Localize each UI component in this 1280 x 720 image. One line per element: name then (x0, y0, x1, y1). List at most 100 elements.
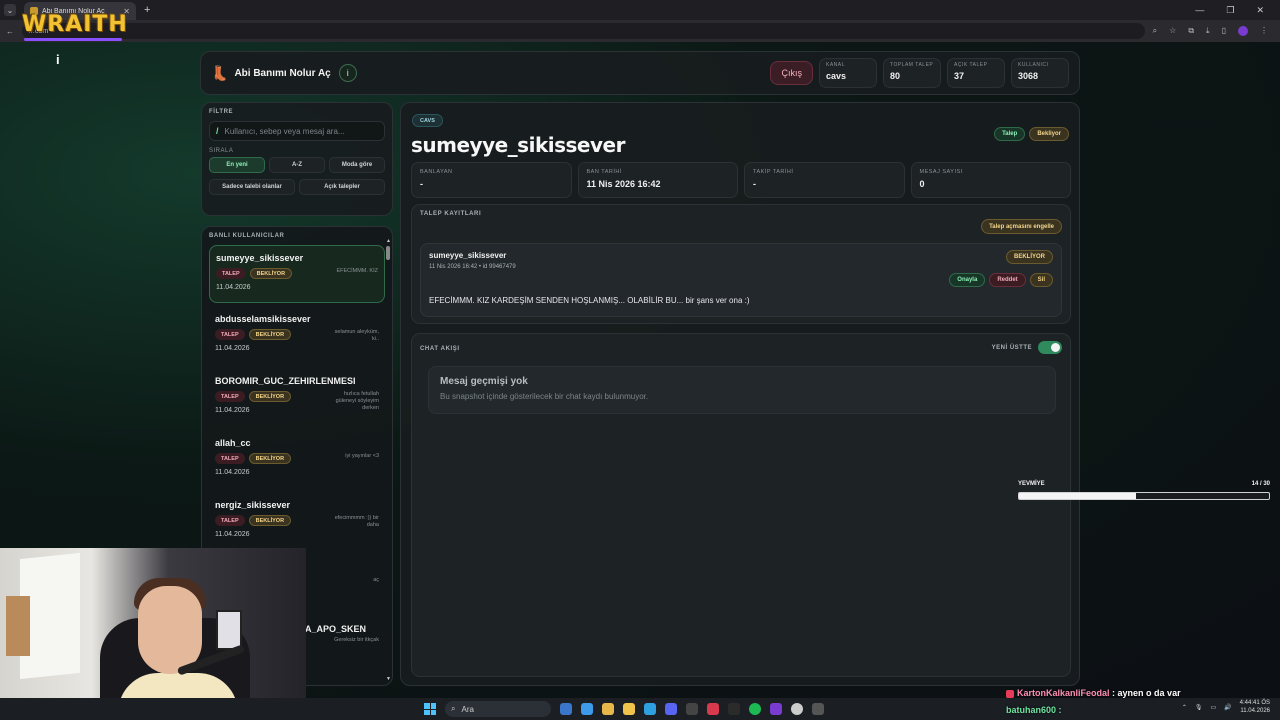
chrome-icon[interactable] (602, 703, 614, 715)
newest-first-toggle[interactable] (1038, 341, 1062, 354)
sort-az-button[interactable]: A-Z (269, 157, 325, 173)
approve-button[interactable]: Onayla (949, 273, 986, 287)
user-list-item[interactable]: BOROMIR_GUC_ZEHIRLENMESI TALEP BEKLİYOR … (209, 369, 385, 427)
status-badge: BEKLİYOR (249, 268, 293, 279)
block-requests-button[interactable]: Talep açmasını engelle (981, 219, 1062, 234)
steam-icon[interactable] (686, 703, 698, 715)
user-list-item[interactable]: sumeyye_sikissever TALEP BEKLİYOR 11.04.… (209, 245, 385, 303)
info-value: 11 Nis 2026 16:42 (586, 179, 661, 189)
banned-title: BANLI KULLANICILAR (209, 233, 285, 239)
talep-badge: Talep (994, 127, 1026, 141)
request-status-badge: BEKLİYOR (1005, 250, 1053, 264)
info-label: MESAJ SAYISI (919, 169, 963, 175)
user-date: 11.04.2026 (216, 284, 251, 291)
channel-pill: CAVS (412, 114, 443, 127)
user-date: 11.04.2026 (215, 531, 250, 538)
url-field[interactable]: …com (22, 23, 1145, 39)
network-icon[interactable]: ▭ (1210, 704, 1216, 711)
info-label: TAKİP TARİHİ (753, 169, 794, 175)
stat-value: cavs (826, 71, 847, 81)
discord-icon[interactable] (665, 703, 677, 715)
taskbar-search[interactable]: ⌕ Ara (445, 701, 551, 717)
taskbar-clock[interactable]: 4:44:41 ÖS 11.04.2026 (1240, 700, 1270, 716)
edge-icon[interactable] (644, 703, 656, 715)
chrome-profile-icon[interactable] (791, 703, 803, 715)
mic-icon[interactable]: 🎙 (1195, 704, 1203, 711)
stat-label: AÇIK TALEP (954, 62, 988, 68)
app-gray-icon[interactable] (812, 703, 824, 715)
menu-icon[interactable]: ⋮ (1260, 26, 1268, 36)
chatter-name: batuhan600 : (1006, 705, 1062, 715)
filter-title: FİLTRE (209, 109, 234, 115)
stat-users: KULLANICI 3068 (1011, 58, 1069, 88)
download-icon[interactable]: ⤓ (1206, 26, 1210, 36)
tab-search-dropdown[interactable]: ⌄ (4, 4, 16, 16)
sort-mod-button[interactable]: Moda göre (329, 157, 385, 173)
user-snippet: aç (373, 577, 379, 583)
search-icon: ⌕ (451, 704, 456, 713)
minimize-icon[interactable]: — (1195, 5, 1204, 16)
scroll-down-icon[interactable]: ▼ (386, 676, 391, 682)
bookmark-star-icon[interactable]: ☆ (1169, 26, 1176, 36)
volume-icon[interactable]: 🔊 (1224, 704, 1231, 711)
stat-channel: KANAL cavs (819, 58, 877, 88)
info-value: 0 (919, 179, 925, 189)
user-list-item[interactable]: nergiz_sikissever TALEP BEKLİYOR 11.04.2… (209, 493, 385, 551)
status-badge: BEKLİYOR (248, 453, 292, 464)
reject-button[interactable]: Reddet (989, 273, 1026, 287)
back-icon[interactable]: ← (6, 27, 14, 36)
talep-badge: TALEP (215, 515, 245, 526)
search-input[interactable] (224, 126, 375, 136)
new-tab-button[interactable]: + (144, 4, 150, 16)
sort-newest-button[interactable]: En yeni (209, 157, 265, 173)
talep-badge: TALEP (216, 268, 246, 279)
delete-button[interactable]: Sil (1029, 273, 1053, 287)
user-name: abdusselamsikissever (215, 314, 311, 324)
task-view-icon[interactable] (560, 703, 572, 715)
filter-has-request-button[interactable]: Sadece talebi olanlar (209, 179, 295, 195)
side-info-icon: i (56, 52, 60, 67)
sidebar-icon[interactable]: ▯ (1222, 26, 1226, 36)
spotify-icon[interactable] (749, 703, 761, 715)
windows-start-icon[interactable] (424, 703, 436, 715)
user-snippet: selamun aleyküm, ki.. (334, 329, 379, 343)
close-window-icon[interactable]: ✕ (1256, 5, 1264, 16)
taskbar: ⌕ Ara ⌃ 🎙 ▭ 🔊 4:44:41 ÖS 11.04.2026 (0, 698, 1280, 720)
app-red-icon[interactable] (707, 703, 719, 715)
list-scrollbar[interactable] (386, 246, 390, 260)
status-badge: Bekliyor (1029, 127, 1069, 141)
webcam-person-head (138, 586, 202, 674)
twitch-icon[interactable] (770, 703, 782, 715)
request-item: sumeyye_sikissever 11 Nis 2026 16:42 • i… (420, 243, 1062, 317)
chat-message: : aynen o da var (1112, 688, 1181, 698)
info-banned-by: BANLAYAN - (411, 162, 572, 198)
info-value: - (753, 179, 756, 189)
empty-chat-title: Mesaj geçmişi yok (440, 376, 528, 387)
profile-avatar[interactable] (1238, 26, 1248, 36)
tray-chevron-icon[interactable]: ⌃ (1182, 704, 1187, 711)
maximize-icon[interactable]: ❐ (1226, 5, 1234, 16)
user-snippet: Gereksiz bir itkçak (334, 637, 379, 643)
user-list-item[interactable]: allah_cc TALEP BEKLİYOR 11.04.2026 iyi y… (209, 431, 385, 489)
user-detail-panel: CAVS sumeyye_sikissever Talep Bekliyor B… (400, 102, 1080, 686)
logout-button[interactable]: Çıkış (770, 61, 813, 85)
extensions-icon[interactable]: ⧉ (1188, 26, 1194, 36)
copilot-icon[interactable] (581, 703, 593, 715)
yevmiye-progress-bar (1018, 492, 1270, 500)
info-button[interactable]: i (338, 64, 357, 82)
user-name: BOROMIR_GUC_ZEHIRLENMESI (215, 376, 356, 386)
talep-badge: TALEP (215, 329, 245, 340)
address-bar: ← …com ⌕ ☆ ⧉ ⤓ ▯ ⋮ (0, 20, 1280, 42)
user-snippet: efecimmmm :)) bir daha (334, 515, 379, 529)
file-explorer-icon[interactable] (623, 703, 635, 715)
user-name: nergiz_sikissever (215, 500, 291, 510)
sub-badge-icon (1006, 689, 1014, 698)
request-meta: 11 Nis 2026 16:42 • id 99467479 (429, 264, 516, 270)
obs-icon[interactable] (728, 703, 740, 715)
talep-badge: TALEP (215, 391, 245, 402)
filter-open-requests-button[interactable]: Açık talepler (299, 179, 385, 195)
user-list-item[interactable]: abdusselamsikissever TALEP BEKLİYOR 11.0… (209, 307, 385, 365)
info-follow-date: TAKİP TARİHİ - (744, 162, 905, 198)
webcam-box (6, 596, 30, 656)
zoom-icon[interactable]: ⌕ (1153, 26, 1157, 36)
